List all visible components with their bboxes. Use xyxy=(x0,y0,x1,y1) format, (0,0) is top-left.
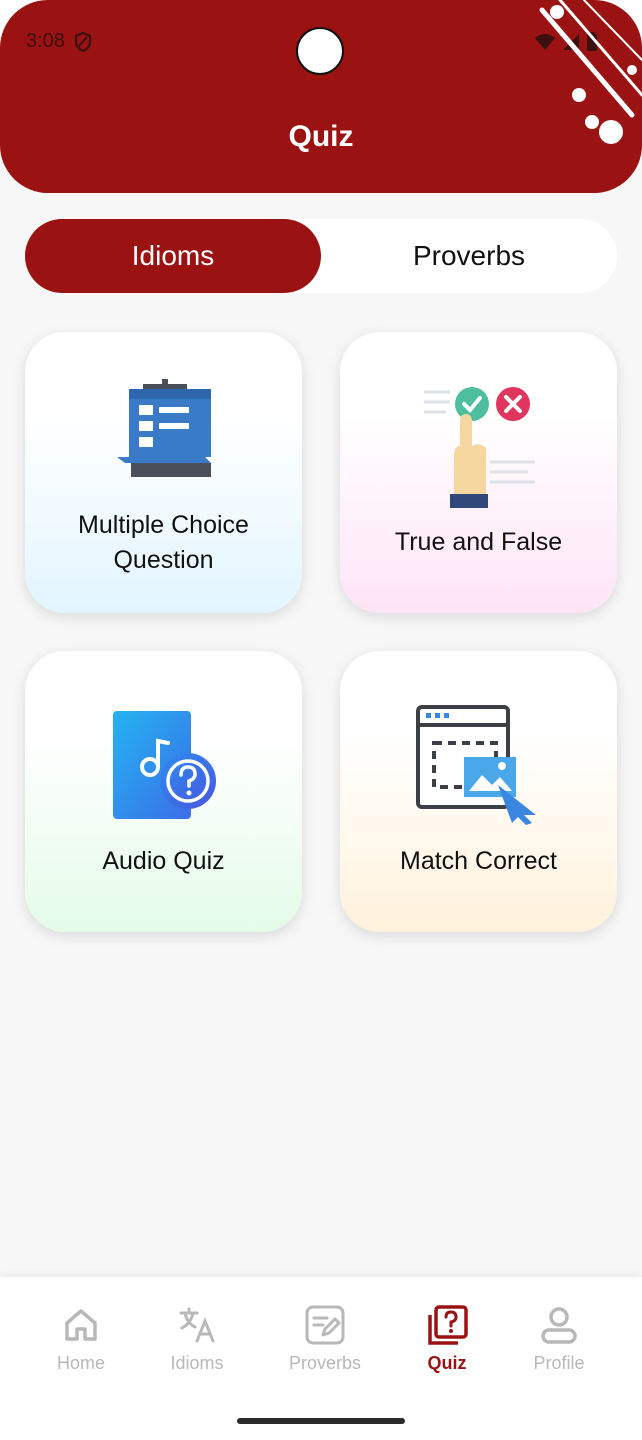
nav-label-home: Home xyxy=(56,1353,105,1373)
card-label: True and False xyxy=(394,528,563,556)
audio-question-icon xyxy=(113,711,216,819)
home-indicator[interactable] xyxy=(237,1418,405,1424)
quiz-card-true-false[interactable]: True and False xyxy=(340,332,617,613)
card-label: Multiple Choice Question xyxy=(25,508,302,578)
bottom-navigation: Home Idioms Proverbs Quiz Profile xyxy=(0,1277,642,1440)
nav-item-proverbs[interactable]: Proverbs xyxy=(270,1305,380,1374)
card-label: Match Correct xyxy=(400,847,557,875)
nav-label-idioms: Idioms xyxy=(170,1353,224,1373)
nav-item-quiz[interactable]: Quiz xyxy=(392,1305,502,1374)
profile-icon xyxy=(541,1307,577,1344)
card-label-line1: Multiple Choice xyxy=(78,511,249,539)
status-bar-left: 3:08 xyxy=(26,30,93,53)
edit-note-icon xyxy=(305,1305,345,1345)
nav-item-home[interactable]: Home xyxy=(26,1305,136,1374)
shield-icon xyxy=(74,31,92,52)
nav-item-profile[interactable]: Profile xyxy=(504,1305,614,1374)
tab-idioms[interactable]: Idioms xyxy=(25,219,321,293)
decorative-pattern xyxy=(539,0,642,144)
quiz-category-tabs: Idioms Proverbs xyxy=(25,219,617,293)
quiz-card-match-correct[interactable]: Match Correct xyxy=(340,651,617,932)
nav-label-proverbs: Proverbs xyxy=(288,1353,362,1373)
match-window-icon xyxy=(416,705,536,825)
quiz-card-multiple-choice[interactable]: Multiple Choice Question xyxy=(25,332,302,613)
tab-proverbs[interactable]: Proverbs xyxy=(321,219,617,293)
nav-item-idioms[interactable]: Idioms xyxy=(142,1305,252,1374)
status-time: 3:08 xyxy=(26,30,65,52)
card-label-line2: Question xyxy=(113,546,214,574)
home-icon xyxy=(65,1309,97,1341)
card-label: Audio Quiz xyxy=(102,847,225,875)
true-false-hand-icon xyxy=(424,387,535,508)
nav-label-profile: Profile xyxy=(533,1353,585,1373)
camera-cutout xyxy=(296,27,344,75)
translate-icon xyxy=(179,1307,215,1343)
clipboard-list-icon xyxy=(117,379,211,477)
nav-label-quiz: Quiz xyxy=(427,1353,467,1373)
quiz-icon xyxy=(428,1305,468,1345)
quiz-card-audio[interactable]: Audio Quiz xyxy=(25,651,302,932)
app-screen: 3:08 Quiz Idioms Proverbs Multiple Choic… xyxy=(0,0,642,1440)
app-header: 3:08 Quiz xyxy=(0,0,642,193)
